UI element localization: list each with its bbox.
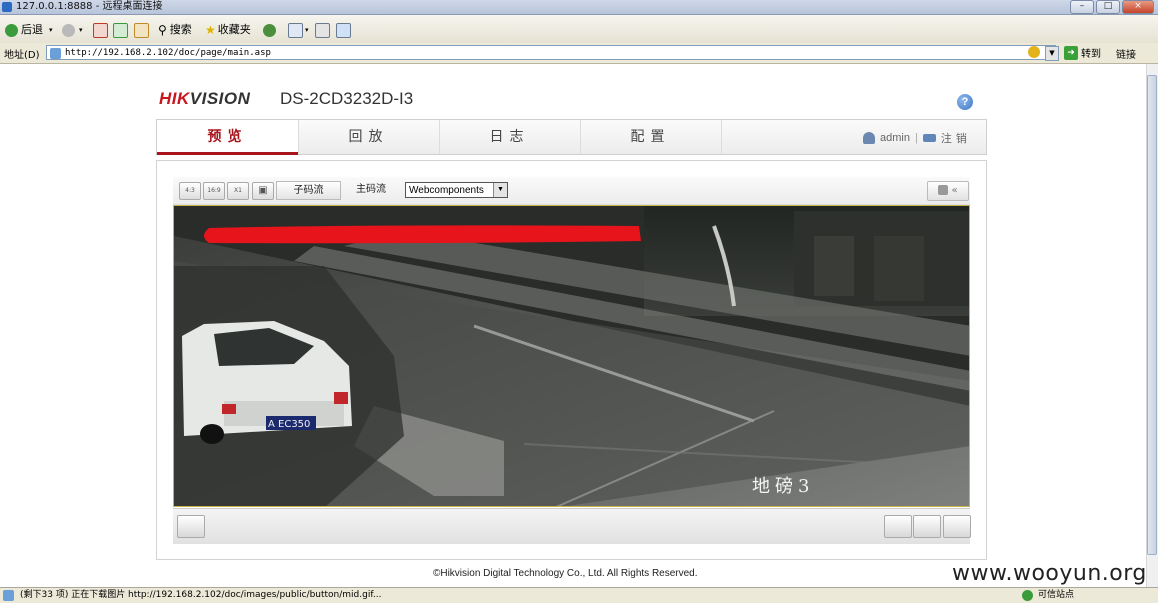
plugin-select[interactable]: Webcomponents ▼ (405, 182, 508, 198)
go-label: 转到 (1081, 49, 1101, 60)
forward-arrow-icon (62, 23, 75, 37)
sub-stream-button[interactable]: 子码流 (276, 181, 341, 200)
forward-dropdown-icon[interactable]: ▾ (79, 22, 83, 38)
window-title-bar: 127.0.0.1:8888 - 远程桌面连接 – □ × (0, 0, 1158, 15)
favorites-button[interactable]: ★ 收藏夹 (205, 22, 251, 38)
home-button[interactable] (134, 22, 149, 38)
compat-view-icon[interactable] (1028, 46, 1040, 58)
refresh-icon (113, 22, 128, 38)
edit-button[interactable] (336, 22, 351, 38)
go-button[interactable]: ➜ 转到 (1064, 45, 1101, 60)
edit-icon (336, 22, 351, 38)
device-model: DS-2CD3232D-I3 (280, 89, 414, 108)
snapshot-button[interactable] (884, 515, 912, 538)
plugin-select-value: Webcomponents (409, 185, 484, 196)
favorites-label: 收藏夹 (217, 23, 251, 36)
search-icon: ⚲ (158, 23, 167, 37)
user-separator: | (914, 132, 918, 144)
browser-toolbar: 后退 ▾ ▾ ⚲ 搜索 ★ 收藏夹 ▾ (0, 15, 1158, 44)
ptz-toggle-button[interactable]: « (927, 181, 969, 201)
loading-page-icon (3, 590, 14, 601)
star-icon: ★ (205, 23, 216, 37)
hikvision-logo: HIKVISION (159, 89, 250, 109)
back-arrow-icon (5, 23, 18, 37)
ptz-icon (938, 185, 949, 195)
close-button[interactable]: × (1122, 0, 1154, 14)
address-dropdown-icon[interactable]: ▼ (1045, 46, 1059, 61)
search-label: 搜索 (169, 23, 192, 36)
logo-red-part: HIK (159, 89, 190, 108)
tab-preview[interactable]: 预览 (157, 120, 299, 154)
status-text: (剩下33 项) 正在下载图片 http://192.168.2.102/doc… (20, 590, 382, 600)
live-video[interactable]: A EC350 (173, 205, 970, 507)
video-frame-image: A EC350 (174, 206, 969, 506)
maximize-button[interactable]: □ (1096, 0, 1120, 14)
stop-button[interactable] (93, 22, 108, 38)
links-button[interactable]: 链接 (1116, 46, 1136, 61)
copyright: ©Hikvision Digital Technology Co., Ltd. … (433, 568, 698, 579)
forward-button[interactable]: ▾ (62, 22, 83, 38)
remote-desktop-icon (2, 2, 12, 12)
help-icon[interactable]: ? (957, 94, 973, 110)
aspect-4-3-button[interactable]: 4:3 (179, 182, 201, 200)
logout-icon (922, 134, 936, 142)
search-button[interactable]: ⚲ 搜索 (158, 22, 192, 38)
preview-control-bar (173, 508, 970, 544)
watermark: www.wooyun.org (952, 561, 1147, 586)
print-icon (315, 22, 330, 38)
history-button[interactable] (263, 22, 276, 38)
license-plate: A EC350 (268, 419, 310, 430)
fullscreen-button[interactable] (943, 515, 971, 538)
scrollbar-thumb[interactable] (1147, 75, 1157, 555)
record-button[interactable] (913, 515, 941, 538)
collapse-icon: « (951, 185, 958, 196)
back-dropdown-icon[interactable]: ▾ (49, 22, 53, 38)
user-icon (863, 132, 875, 144)
original-size-button[interactable]: X1 (227, 182, 249, 200)
back-label: 后退 (21, 23, 43, 36)
tab-configuration[interactable]: 配置 (580, 120, 722, 154)
logout-link[interactable]: 注销 (941, 130, 971, 146)
video-osd-text: 地磅3 (752, 476, 815, 497)
stop-icon (93, 22, 108, 38)
active-tab-indicator (157, 152, 298, 155)
address-label: 地址(D) (4, 50, 40, 61)
address-bar: 地址(D) http://192.168.2.102/doc/page/main… (0, 43, 1158, 64)
logo-dark-part: VISION (189, 89, 251, 108)
fit-window-button[interactable]: ▣ (252, 182, 274, 200)
window-title: 127.0.0.1:8888 - 远程桌面连接 (16, 1, 163, 12)
minimize-button[interactable]: – (1070, 0, 1094, 14)
mail-button[interactable]: ▾ (288, 22, 309, 38)
mail-icon (288, 22, 303, 38)
main-stream-button[interactable]: 主码流 (346, 181, 396, 198)
print-button[interactable] (315, 22, 330, 38)
history-icon (263, 23, 276, 37)
aspect-16-9-button[interactable]: 16:9 (203, 182, 225, 200)
trusted-zone-icon (1022, 590, 1033, 601)
username: admin (880, 132, 910, 144)
address-input[interactable]: http://192.168.2.102/doc/page/main.asp (46, 45, 1056, 60)
zone-label: 可信站点 (1038, 590, 1075, 600)
status-bar: (剩下33 项) 正在下载图片 http://192.168.2.102/doc… (0, 587, 1158, 603)
chevron-down-icon: ▼ (493, 183, 507, 197)
user-area: admin | 注销 (863, 130, 971, 146)
tab-playback[interactable]: 回放 (298, 120, 440, 154)
back-button[interactable]: 后退 ▾ (5, 22, 53, 38)
tab-log[interactable]: 日志 (439, 120, 581, 154)
go-arrow-icon: ➜ (1064, 45, 1078, 60)
page-icon (50, 48, 61, 59)
home-icon (134, 22, 149, 38)
play-stop-button[interactable] (177, 515, 205, 538)
address-url: http://192.168.2.102/doc/page/main.asp (65, 48, 271, 58)
mail-dropdown-icon[interactable]: ▾ (305, 22, 309, 38)
refresh-button[interactable] (113, 22, 128, 38)
